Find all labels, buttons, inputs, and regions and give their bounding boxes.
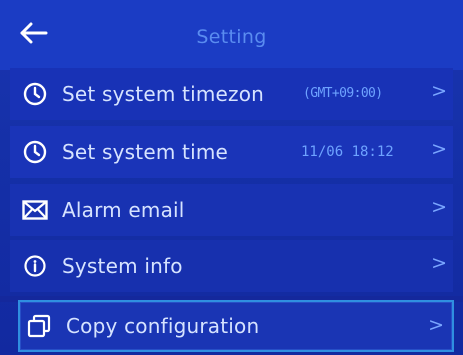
menu-item-label: Alarm email bbox=[62, 198, 185, 222]
timezone-value: (GMT+09:00) bbox=[303, 86, 383, 101]
menu-item-label: Set system time bbox=[62, 140, 229, 164]
info-icon bbox=[22, 253, 48, 279]
menu-item-system-time[interactable]: Set system time 11/06 18:12 > bbox=[10, 126, 453, 178]
clock-icon bbox=[22, 81, 48, 107]
chevron-right-icon: > bbox=[431, 80, 447, 102]
menu-item-label: System info bbox=[62, 254, 183, 278]
menu-item-label: Set system timezon bbox=[62, 82, 265, 106]
settings-screen: Setting Set system timezon (GMT+09:00) >… bbox=[0, 0, 463, 355]
page-title: Setting bbox=[196, 26, 267, 48]
menu-item-timezone[interactable]: Set system timezon (GMT+09:00) > bbox=[10, 68, 453, 120]
header-bar: Setting bbox=[0, 0, 463, 70]
chevron-right-icon: > bbox=[431, 252, 447, 274]
clock-icon bbox=[22, 139, 48, 165]
chevron-right-icon: > bbox=[431, 138, 447, 160]
chevron-right-icon: > bbox=[428, 314, 444, 336]
envelope-icon bbox=[22, 197, 48, 223]
menu-item-alarm-email[interactable]: Alarm email > bbox=[10, 184, 453, 236]
copy-icon bbox=[26, 313, 52, 339]
menu-item-copy-configuration[interactable]: Copy configuration > bbox=[18, 300, 454, 352]
menu-item-label: Copy configuration bbox=[66, 314, 260, 338]
menu-item-system-info[interactable]: System info > bbox=[10, 240, 453, 292]
system-time-value: 11/06 18:12 bbox=[301, 144, 394, 160]
chevron-right-icon: > bbox=[431, 196, 447, 218]
